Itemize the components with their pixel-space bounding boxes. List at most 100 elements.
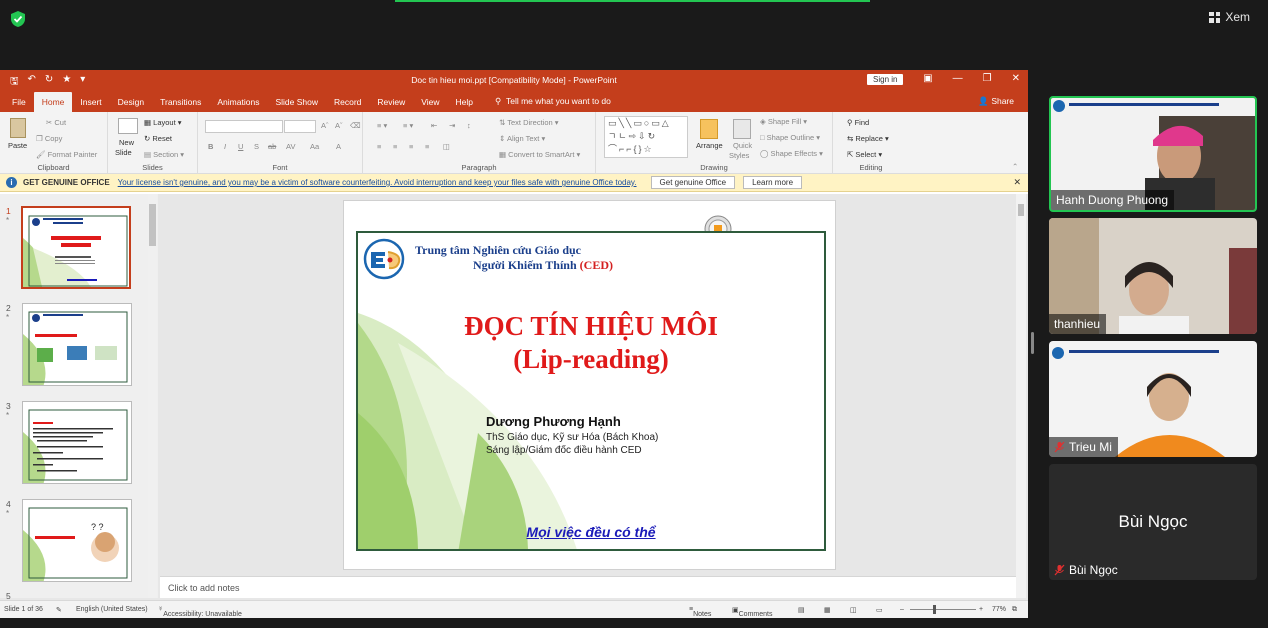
align-left-icon[interactable]: ≡ (377, 142, 381, 151)
license-message-link[interactable]: Your license isn't genuine, and you may … (118, 178, 637, 187)
decrease-font-icon[interactable]: Aˇ (335, 121, 343, 130)
decrease-indent-icon[interactable]: ⇤ (431, 121, 437, 130)
security-shield-icon[interactable] (10, 10, 26, 28)
current-slide[interactable]: Trung tâm Nghiên cứu Giáo dục Người Khiế… (343, 200, 836, 570)
tab-animations[interactable]: Animations (209, 97, 267, 112)
zoom-in-icon[interactable]: + (979, 606, 983, 613)
bullets-icon[interactable]: ≡ ▾ (377, 121, 387, 130)
numbering-icon[interactable]: ≡ ▾ (403, 121, 413, 130)
shape-fill-button[interactable]: ◈ Shape Fill ▾ (760, 117, 807, 126)
tab-insert[interactable]: Insert (72, 97, 109, 112)
participant-tile[interactable]: Trieu Mi (1049, 341, 1257, 457)
strikethrough-icon[interactable]: ab (268, 142, 276, 151)
clear-formatting-icon[interactable]: ⌫ (350, 121, 361, 130)
italic-icon[interactable]: I (224, 142, 226, 151)
replace-button[interactable]: ⇆ Replace ▾ (847, 134, 889, 143)
zoom-slider-thumb[interactable] (933, 605, 936, 614)
normal-view-icon[interactable]: ▤ (798, 606, 805, 614)
select-button[interactable]: ⇱ Select ▾ (847, 150, 882, 159)
paste-icon[interactable] (10, 118, 26, 138)
close-icon[interactable]: ✕ (1012, 73, 1020, 84)
participant-tile[interactable]: Hanh Duong Phuong (1049, 96, 1257, 212)
new-slide-button[interactable]: New (119, 138, 134, 147)
font-color-icon[interactable]: A (336, 142, 341, 151)
scrollbar-thumb[interactable] (1018, 204, 1024, 216)
increase-indent-icon[interactable]: ⇥ (449, 121, 455, 130)
zoom-level[interactable]: 77% (992, 606, 1006, 613)
layout-button[interactable]: ▦ Layout ▾ (144, 118, 182, 127)
reset-button[interactable]: ↻ Reset (144, 134, 172, 143)
share-button[interactable]: 👤 Share (978, 96, 1014, 107)
font-name-select[interactable] (205, 120, 283, 133)
sign-in-button[interactable]: Sign in (867, 74, 904, 85)
thumbnails-scrollbar[interactable] (148, 194, 157, 598)
quick-styles-button[interactable]: Quick (733, 141, 752, 150)
tab-design[interactable]: Design (110, 97, 152, 112)
scrollbar-thumb[interactable] (149, 204, 156, 246)
participant-tile[interactable]: Bùi Ngọc Bùi Ngọc (1049, 464, 1257, 580)
arrange-button[interactable]: Arrange (696, 141, 723, 150)
columns-icon[interactable]: ◫ (443, 142, 450, 151)
fit-slide-icon[interactable]: ⧉ (1012, 606, 1017, 614)
align-text-button[interactable]: ⇕ Align Text ▾ (499, 134, 545, 143)
reading-view-icon[interactable]: ◫ (850, 606, 857, 614)
learn-more-button[interactable]: Learn more (743, 176, 803, 189)
slide-sorter-icon[interactable]: ▦ (824, 606, 831, 614)
paste-button[interactable]: Paste (8, 141, 27, 150)
shapes-gallery[interactable]: ▭╲╲▭○▭△ ㄱㄴ⇨⇩↻ ⌒⌐⌐{}☆ (604, 116, 688, 158)
zoom-slider[interactable] (910, 609, 976, 610)
tab-view[interactable]: View (413, 97, 447, 112)
get-genuine-office-button[interactable]: Get genuine Office (650, 176, 736, 189)
spelling-icon[interactable]: ✎ (56, 606, 62, 614)
tab-help[interactable]: Help (448, 97, 481, 112)
tab-transitions[interactable]: Transitions (152, 97, 209, 112)
collapse-ribbon-icon[interactable]: ⌃ (1012, 162, 1018, 171)
bold-icon[interactable]: B (208, 142, 213, 151)
slide-thumbnail-1[interactable] (21, 206, 131, 289)
tab-slide-show[interactable]: Slide Show (267, 97, 326, 112)
accessibility-status[interactable]: ☿ Accessibility: Unavailable (158, 606, 242, 618)
view-button[interactable]: Xem (1209, 10, 1250, 24)
ribbon-display-icon[interactable]: ▣ (923, 73, 932, 84)
tab-home[interactable]: Home (33, 92, 73, 112)
zoom-out-icon[interactable]: – (900, 606, 904, 613)
close-infobar-icon[interactable]: ✕ (1013, 177, 1021, 188)
copy-button[interactable]: ❐ Copy (36, 134, 62, 143)
participant-tile[interactable]: thanhieu (1049, 218, 1257, 334)
cut-button[interactable]: ✂ Cut (46, 118, 66, 127)
section-button[interactable]: ▤ Section ▾ (144, 150, 184, 159)
arrange-icon[interactable] (700, 119, 718, 139)
line-spacing-icon[interactable]: ↕ (467, 121, 471, 130)
slide-show-icon[interactable]: ▭ (876, 606, 883, 614)
minimize-icon[interactable]: — (953, 73, 963, 84)
shape-outline-button[interactable]: □ Shape Outline ▾ (760, 133, 820, 142)
text-direction-button[interactable]: ⇅ Text Direction ▾ (499, 118, 559, 127)
convert-smartart-button[interactable]: ▦ Convert to SmartArt ▾ (499, 150, 580, 159)
align-center-icon[interactable]: ≡ (393, 142, 397, 151)
quick-styles-icon[interactable] (733, 119, 751, 139)
tab-file[interactable]: File (4, 97, 34, 112)
tab-review[interactable]: Review (369, 97, 413, 112)
panel-resize-handle[interactable] (1031, 332, 1034, 354)
slide-thumbnail-4[interactable]: ? ? (22, 499, 132, 582)
find-button[interactable]: ⚲ Find (847, 118, 869, 127)
justify-icon[interactable]: ≡ (425, 142, 429, 151)
shape-effects-button[interactable]: ◯ Shape Effects ▾ (760, 149, 823, 158)
font-size-select[interactable] (284, 120, 316, 133)
underline-icon[interactable]: U (238, 142, 243, 151)
slide-thumbnail-3[interactable] (22, 401, 132, 484)
notes-pane[interactable]: Click to add notes (160, 576, 1016, 598)
format-painter-button[interactable]: 🖌 Format Painter (36, 150, 97, 159)
tell-me-search[interactable]: ⚲ Tell me what you want to do (481, 96, 611, 112)
slide-thumbnail-2[interactable] (22, 303, 132, 386)
shadow-icon[interactable]: S (254, 142, 259, 151)
change-case-icon[interactable]: Aa (310, 142, 319, 151)
language[interactable]: English (United States) (76, 606, 148, 613)
restore-icon[interactable]: ❐ (983, 73, 992, 84)
comments-button[interactable]: ▣ Comments (732, 606, 772, 618)
notes-button[interactable]: ≡ Notes (689, 606, 711, 618)
tab-record[interactable]: Record (326, 97, 369, 112)
char-spacing-icon[interactable]: AV (286, 142, 295, 151)
align-right-icon[interactable]: ≡ (409, 142, 413, 151)
editor-scrollbar[interactable] (1016, 194, 1026, 598)
